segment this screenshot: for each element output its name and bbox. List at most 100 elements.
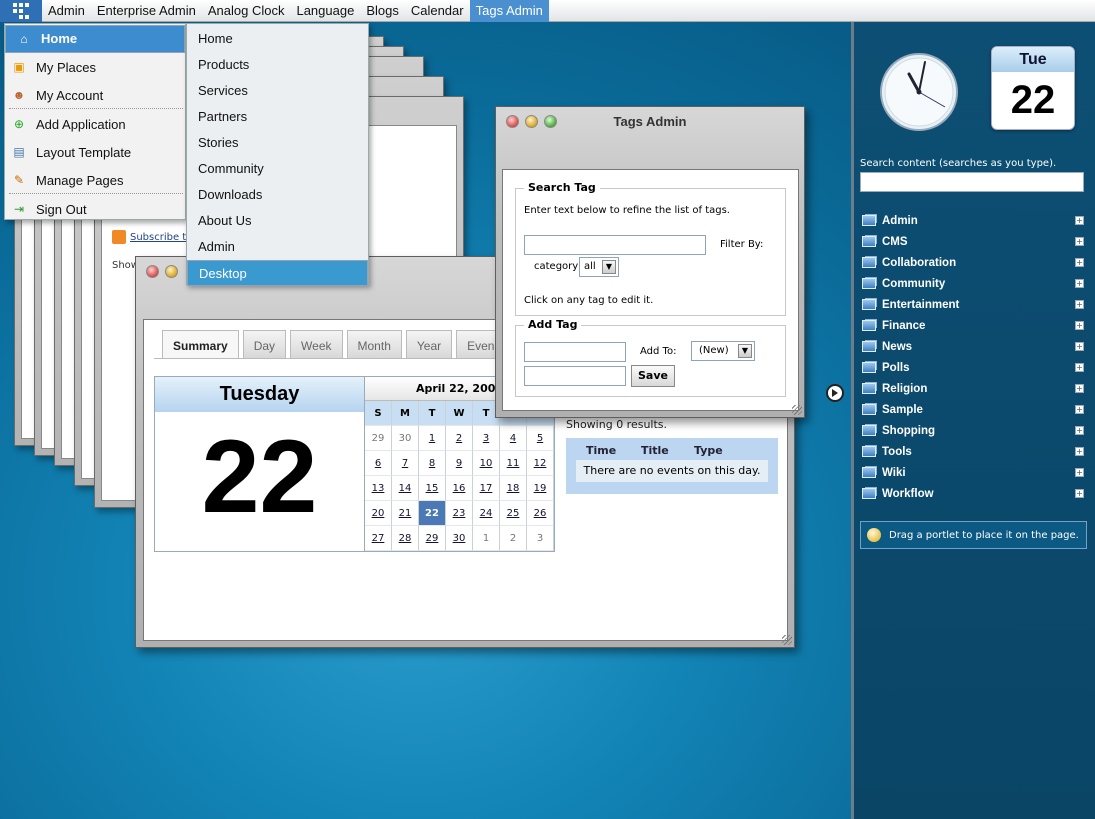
resize-handle[interactable] (782, 635, 792, 645)
page-item-admin[interactable]: Admin (187, 234, 368, 260)
category-shopping[interactable]: Shopping + (862, 420, 1084, 441)
tag-description-input[interactable] (524, 366, 626, 386)
category-tools[interactable]: Tools + (862, 441, 1084, 462)
top-menu-enterprise-admin[interactable]: Enterprise Admin (91, 0, 202, 22)
page-item-stories[interactable]: Stories (187, 130, 368, 156)
menu-item-my-account[interactable]: ☻ My Account (5, 81, 185, 109)
expand-icon[interactable]: + (1075, 342, 1084, 351)
page-item-partners[interactable]: Partners (187, 104, 368, 130)
resize-handle[interactable] (792, 405, 802, 415)
add-to-select[interactable]: (New) ▼ (691, 341, 755, 361)
expand-icon[interactable]: + (1075, 468, 1084, 477)
calendar-day[interactable]: 5 (527, 426, 554, 451)
calendar-day[interactable]: 3 (527, 526, 554, 551)
expand-icon[interactable]: + (1075, 216, 1084, 225)
calendar-day[interactable]: 30 (392, 426, 419, 451)
calendar-day[interactable]: 15 (419, 476, 446, 501)
menu-item-home[interactable]: ⌂ Home (5, 25, 185, 53)
category-religion[interactable]: Religion + (862, 378, 1084, 399)
expand-icon[interactable]: + (1075, 489, 1084, 498)
top-menu-admin[interactable]: Admin (42, 0, 91, 22)
calendar-day[interactable]: 8 (419, 451, 446, 476)
category-collaboration[interactable]: Collaboration + (862, 252, 1084, 273)
calendar-day[interactable]: 10 (473, 451, 500, 476)
top-menu-blogs[interactable]: Blogs (360, 0, 405, 22)
calendar-day[interactable]: 29 (365, 426, 392, 451)
tab-summary[interactable]: Summary (162, 330, 239, 358)
expand-icon[interactable]: + (1075, 447, 1084, 456)
tab-week[interactable]: Week (290, 330, 343, 358)
category-sample[interactable]: Sample + (862, 399, 1084, 420)
calendar-day[interactable]: 6 (365, 451, 392, 476)
category-community[interactable]: Community + (862, 273, 1084, 294)
calendar-day[interactable]: 21 (392, 501, 419, 526)
calendar-day[interactable]: 18 (500, 476, 527, 501)
expand-icon[interactable]: + (1075, 363, 1084, 372)
category-select[interactable]: all ▼ (579, 257, 619, 277)
calendar-day[interactable]: 24 (473, 501, 500, 526)
menu-item-sign-out[interactable]: ⇥ Sign Out (5, 195, 185, 223)
calendar-day[interactable]: 28 (392, 526, 419, 551)
expand-icon[interactable]: + (1075, 321, 1084, 330)
menu-item-manage-pages[interactable]: ✎ Manage Pages (5, 166, 185, 194)
calendar-day[interactable]: 2 (500, 526, 527, 551)
tab-year[interactable]: Year (405, 330, 453, 358)
calendar-day[interactable]: 26 (527, 501, 554, 526)
tags-admin-window[interactable]: Tags Admin Search Tag Enter text below t… (495, 106, 805, 418)
calendar-day[interactable]: 3 (473, 426, 500, 451)
tag-search-input[interactable] (524, 235, 706, 255)
calendar-day[interactable]: 19 (527, 476, 554, 501)
calendar-day[interactable]: 9 (446, 451, 473, 476)
menu-item-my-places[interactable]: ▣ My Places (5, 53, 185, 81)
calendar-day[interactable]: 29 (419, 526, 446, 551)
calendar-day[interactable]: 20 (365, 501, 392, 526)
page-item-home[interactable]: Home (187, 26, 368, 52)
tab-day[interactable]: Day (242, 330, 287, 358)
search-input[interactable] (860, 172, 1084, 192)
page-item-products[interactable]: Products (187, 52, 368, 78)
category-workflow[interactable]: Workflow + (862, 483, 1084, 504)
top-menu-tags-admin[interactable]: Tags Admin (469, 0, 549, 22)
save-button[interactable]: Save (631, 365, 675, 387)
expand-icon[interactable]: + (1075, 237, 1084, 246)
panel-toggle-icon[interactable] (826, 384, 844, 402)
page-item-community[interactable]: Community (187, 156, 368, 182)
calendar-day[interactable]: 2 (446, 426, 473, 451)
page-item-services[interactable]: Services (187, 78, 368, 104)
calendar-day[interactable]: 22 (419, 501, 446, 526)
tab-month[interactable]: Month (346, 330, 402, 358)
calendar-day[interactable]: 7 (392, 451, 419, 476)
expand-icon[interactable]: + (1075, 384, 1084, 393)
calendar-day[interactable]: 23 (446, 501, 473, 526)
menu-item-add-application[interactable]: ⊕ Add Application (5, 110, 185, 138)
expand-icon[interactable]: + (1075, 258, 1084, 267)
calendar-day[interactable]: 1 (419, 426, 446, 451)
calendar-day[interactable]: 27 (365, 526, 392, 551)
calendar-day[interactable]: 13 (365, 476, 392, 501)
page-item-downloads[interactable]: Downloads (187, 182, 368, 208)
expand-icon[interactable]: + (1075, 279, 1084, 288)
top-menu-language[interactable]: Language (290, 0, 360, 22)
expand-icon[interactable]: + (1075, 300, 1084, 309)
calendar-day[interactable]: 17 (473, 476, 500, 501)
expand-icon[interactable]: + (1075, 426, 1084, 435)
top-menu-analog-clock[interactable]: Analog Clock (202, 0, 291, 22)
category-finance[interactable]: Finance + (862, 315, 1084, 336)
top-menu-calendar[interactable]: Calendar (405, 0, 470, 22)
category-polls[interactable]: Polls + (862, 357, 1084, 378)
calendar-day[interactable]: 14 (392, 476, 419, 501)
tag-name-input[interactable] (524, 342, 626, 362)
category-entertainment[interactable]: Entertainment + (862, 294, 1084, 315)
calendar-day[interactable]: 16 (446, 476, 473, 501)
calendar-day[interactable]: 11 (500, 451, 527, 476)
page-item-desktop[interactable]: Desktop (187, 260, 368, 286)
calendar-day[interactable]: 1 (473, 526, 500, 551)
expand-icon[interactable]: + (1075, 405, 1084, 414)
menu-item-layout-template[interactable]: ▤ Layout Template (5, 138, 185, 166)
calendar-day[interactable]: 30 (446, 526, 473, 551)
category-cms[interactable]: CMS + (862, 231, 1084, 252)
subscribe-link[interactable]: Subscribe to (112, 230, 192, 244)
category-news[interactable]: News + (862, 336, 1084, 357)
logo-icon[interactable] (0, 0, 42, 22)
page-item-about-us[interactable]: About Us (187, 208, 368, 234)
